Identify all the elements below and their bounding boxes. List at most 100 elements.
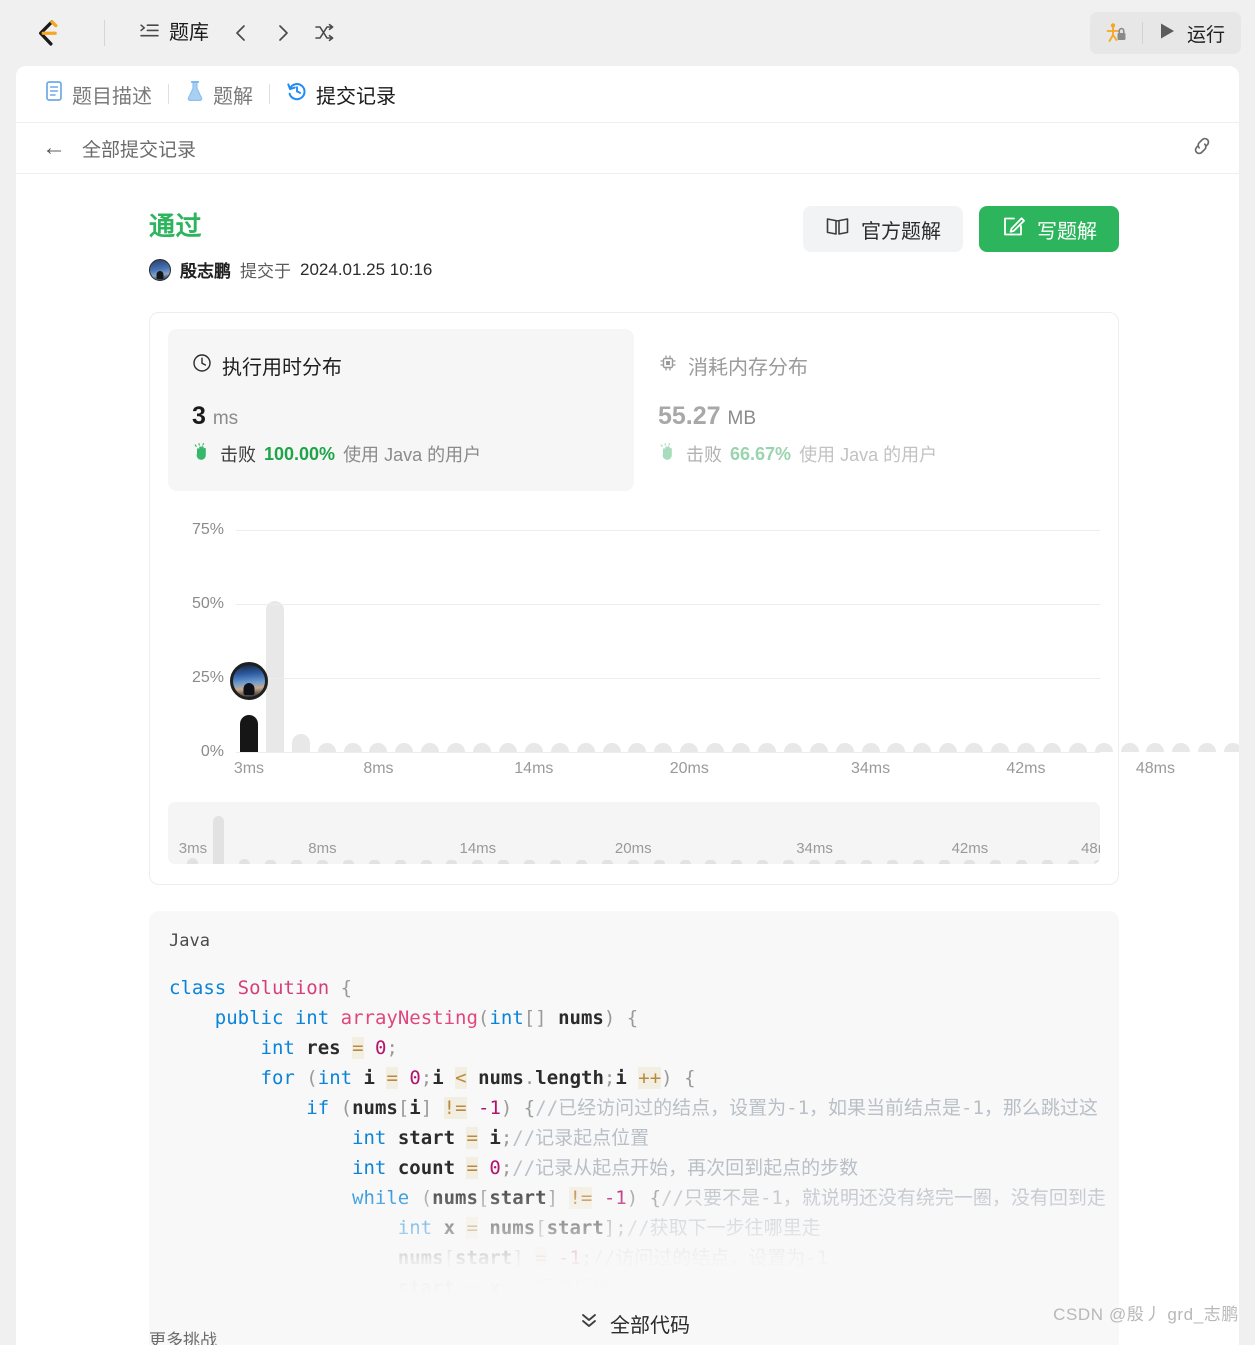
chart-bar[interactable] [706, 743, 725, 752]
chart-bar[interactable] [732, 743, 751, 752]
minimap-bar [1016, 860, 1028, 864]
minimap-bar [1068, 860, 1080, 864]
user-position-marker[interactable] [229, 661, 268, 700]
chart-bar[interactable] [1224, 743, 1239, 752]
chart-bar[interactable] [317, 743, 336, 752]
chart-bar[interactable] [939, 743, 958, 752]
author-name[interactable]: 殷志鹏 [180, 257, 231, 282]
chart-bar[interactable] [421, 743, 440, 752]
tab-solutions-label: 题解 [213, 85, 253, 108]
code-line: int count = 0;//记录从起点开始，再次回到起点的步数 [352, 1157, 859, 1179]
chart-bar[interactable] [524, 743, 543, 752]
chart-y-tick: 75% [191, 520, 224, 538]
runtime-stat-card[interactable]: 执行用时分布 3 ms 击败 100.00% 使用 Java 的用户 [168, 329, 634, 491]
chart-gridline [236, 603, 1100, 605]
chart-bar[interactable] [809, 743, 828, 752]
memory-stat-title: 消耗内存分布 [688, 357, 808, 379]
chart-y-tick: 25% [191, 668, 224, 686]
page-root: 题库 运行 题目描述 题解 提交记录 ← 全部提交记录 通过 殷志鹏 提交于 2… [0, 0, 1255, 1345]
chart-bar[interactable] [861, 743, 880, 752]
topbar-right-group: 运行 [1089, 12, 1241, 54]
code-line: nums[start] = -1;//访问过的结点，设置为-1 [397, 1247, 829, 1269]
next-problem-button[interactable] [265, 15, 301, 51]
chart-bar[interactable] [343, 743, 362, 752]
code-line: public int arrayNesting(int[] nums) { [214, 1007, 639, 1029]
chart-bar[interactable] [1094, 743, 1113, 752]
main-card: 题目描述 题解 提交记录 ← 全部提交记录 通过 殷志鹏 提交于 2024.01… [16, 66, 1239, 1345]
minimap-x-tick: 34ms [796, 840, 833, 857]
run-button[interactable]: 运行 [1143, 20, 1241, 47]
minimap-bar [627, 860, 639, 864]
chart-bar[interactable] [1042, 743, 1061, 752]
minimap-bar [1042, 860, 1054, 864]
avatar[interactable] [149, 258, 171, 281]
chart-x-tick: 14ms [514, 760, 554, 777]
top-bar: 题库 运行 [0, 0, 1255, 66]
chart-bar[interactable] [965, 743, 984, 752]
minimap-bar [498, 860, 510, 864]
chart-bar[interactable] [1172, 743, 1191, 752]
minimap-bar [446, 860, 458, 864]
write-solution-button[interactable]: 写题解 [979, 206, 1119, 252]
minimap-bar [420, 860, 432, 864]
minimap-bar [291, 860, 303, 864]
pencil-icon [1001, 214, 1026, 245]
chart-minimap[interactable]: 3ms 8ms 14ms 20ms 34ms 42ms 48ms [168, 802, 1100, 864]
debug-lock-icon[interactable] [1090, 12, 1142, 54]
submission-meta: 通过 殷志鹏 提交于 2024.01.25 10:16 [149, 206, 432, 282]
chart-bar[interactable] [887, 743, 906, 752]
chart-bar[interactable] [291, 734, 310, 752]
tab-submissions[interactable]: 提交记录 [286, 80, 396, 109]
minimap-bar [368, 860, 380, 864]
chart-bar[interactable] [991, 743, 1010, 752]
minimap-bar [342, 860, 354, 864]
chart-bar[interactable] [757, 743, 776, 752]
status-badge: 通过 [149, 211, 203, 241]
chart-bar[interactable] [395, 743, 414, 752]
chart-bar[interactable] [783, 743, 802, 752]
minimap-bar [860, 860, 872, 864]
official-solution-button[interactable]: 官方题解 [803, 206, 963, 252]
hand-icon [192, 442, 212, 467]
chart-bar[interactable] [1198, 743, 1217, 752]
minimap-bar [394, 860, 406, 864]
problemset-button[interactable]: 题库 [131, 15, 217, 52]
chart-x-tick: 8ms [363, 760, 394, 777]
chart-bar[interactable] [1016, 743, 1035, 752]
chart-bar[interactable] [913, 743, 932, 752]
link-icon[interactable] [1189, 133, 1215, 164]
chart-bar[interactable] [628, 743, 647, 752]
chart-bar[interactable] [239, 714, 258, 752]
chart-bar[interactable] [1068, 743, 1087, 752]
chart-bar[interactable] [576, 743, 595, 752]
shuffle-icon[interactable] [307, 15, 343, 51]
chart-bar[interactable] [369, 743, 388, 752]
minimap-bar [757, 860, 769, 864]
chart-bar[interactable] [265, 600, 284, 752]
expand-code-button[interactable]: 全部代码 [149, 1295, 1119, 1345]
chart-bar[interactable] [550, 743, 569, 752]
minimap-bar [187, 858, 199, 864]
chart-bar[interactable] [498, 743, 517, 752]
chart-bar[interactable] [835, 743, 854, 752]
chart-x-axis: 3ms 8ms 14ms 20ms 34ms 42ms 48ms [234, 760, 1175, 786]
prev-problem-button[interactable] [223, 15, 259, 51]
chart-bar[interactable] [473, 743, 492, 752]
chart-bar[interactable] [1120, 743, 1139, 752]
minimap-x-tick: 42ms [951, 840, 989, 857]
memory-stat-card[interactable]: 消耗内存分布 55.27 MB 击败 66.67% 使用 Java 的用户 [634, 329, 1100, 491]
chart-y-tick: 0% [200, 743, 224, 760]
tab-description[interactable]: 题目描述 [44, 80, 152, 109]
submission-header-row: 通过 殷志鹏 提交于 2024.01.25 10:16 官方题解 写题解 [149, 206, 1119, 282]
tab-solutions[interactable]: 题解 [185, 80, 253, 109]
chart-bar[interactable] [602, 743, 621, 752]
code-block[interactable]: class Solution { public int arrayNesting… [149, 951, 1119, 1333]
chart-bar[interactable] [680, 743, 699, 752]
arrow-left-icon[interactable]: ← [42, 136, 66, 160]
runtime-beat-label: 击败 [220, 445, 256, 465]
leetcode-logo-icon[interactable] [26, 13, 66, 53]
code-line: class Solution { [169, 977, 353, 999]
chart-bar[interactable] [654, 743, 673, 752]
chart-bar[interactable] [447, 743, 466, 752]
chart-bar[interactable] [1146, 743, 1165, 752]
